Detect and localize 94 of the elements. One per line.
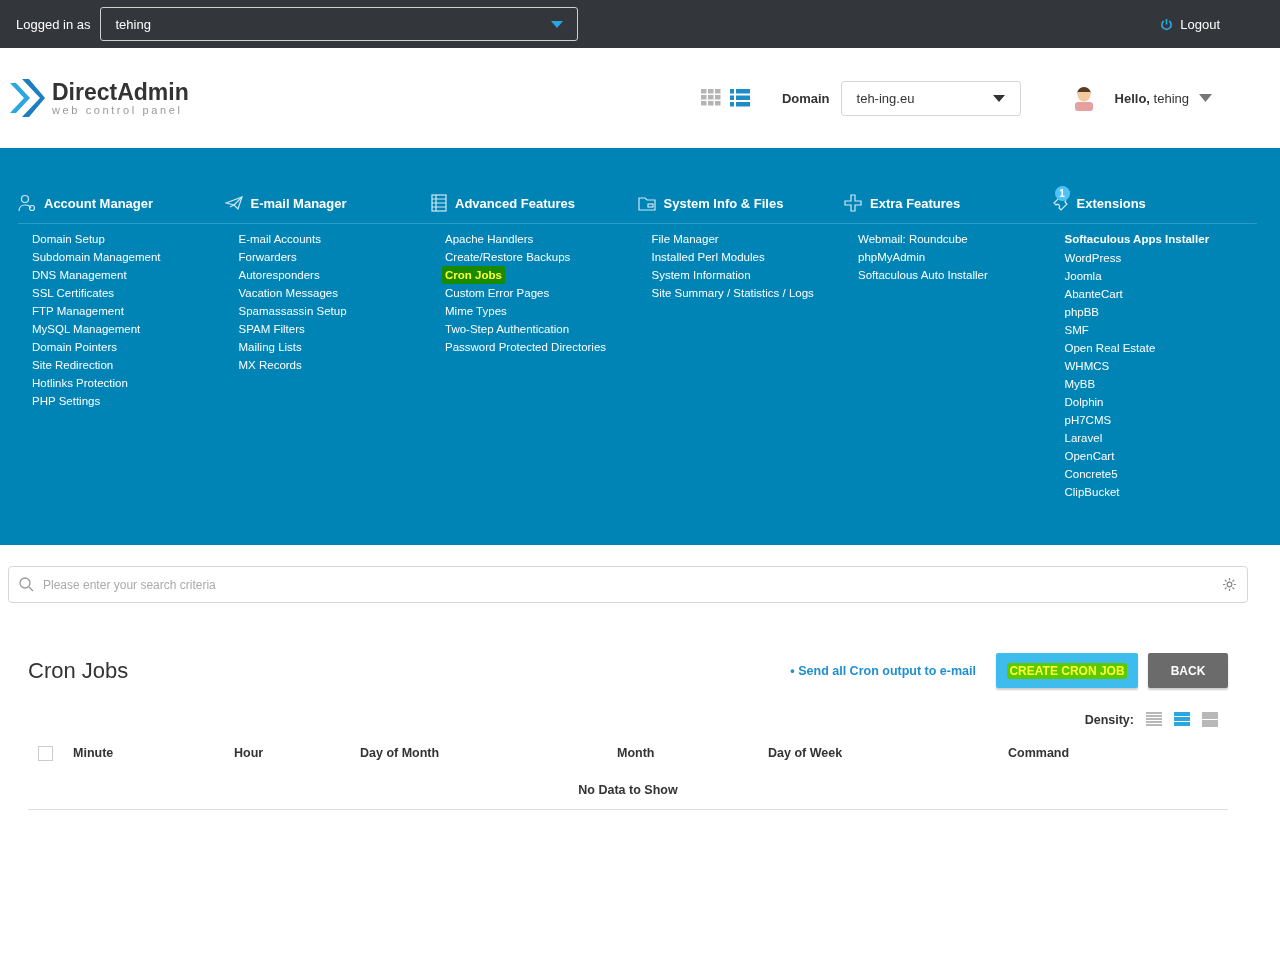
list-view-icon[interactable] bbox=[729, 89, 750, 107]
plus-icon bbox=[844, 194, 862, 212]
empty-message: No Data to Show bbox=[578, 783, 678, 797]
grid-view-icon[interactable] bbox=[700, 89, 721, 107]
normal-density-icon[interactable] bbox=[1174, 712, 1190, 727]
back-button[interactable]: BACK bbox=[1148, 653, 1228, 688]
menu-link[interactable]: pH7CMS bbox=[1061, 411, 1115, 429]
domain-label: Domain bbox=[781, 90, 830, 106]
menu-link[interactable]: Subdomain Management bbox=[29, 248, 164, 266]
menu-link[interactable]: Joomla bbox=[1061, 267, 1105, 285]
menu-link[interactable]: Forwarders bbox=[235, 248, 300, 266]
menu-link[interactable]: phpMyAdmin bbox=[855, 248, 929, 266]
menu-link[interactable]: Two-Step Authentication bbox=[442, 320, 573, 338]
logo-icon bbox=[8, 77, 46, 119]
menu-link[interactable]: Installed Perl Modules bbox=[648, 248, 768, 266]
menu-heading[interactable]: 1 Extensions bbox=[1050, 182, 1146, 216]
menu-link[interactable]: E-mail Accounts bbox=[235, 230, 324, 248]
menu-link[interactable]: ClipBucket bbox=[1061, 483, 1123, 501]
menu-link[interactable]: Webmail: Roundcube bbox=[855, 230, 971, 248]
wide-density-icon[interactable] bbox=[1202, 712, 1218, 727]
menu-link[interactable]: Password Protected Directories bbox=[442, 338, 610, 356]
density-label: Density: bbox=[1084, 712, 1134, 727]
caret-icon bbox=[1199, 94, 1212, 102]
column-header[interactable]: Minute bbox=[73, 746, 114, 760]
menu-link[interactable]: Apache Handlers bbox=[442, 230, 537, 248]
paper-plane-icon bbox=[224, 195, 243, 211]
users-icon bbox=[18, 194, 36, 212]
menu-link[interactable]: AbanteCart bbox=[1061, 285, 1126, 303]
menu-link[interactable]: Hotlinks Protection bbox=[29, 374, 131, 392]
menu-link[interactable]: Open Real Estate bbox=[1061, 339, 1159, 357]
search-field[interactable]: Please enter your search criteria bbox=[8, 566, 1248, 603]
menu-link[interactable]: phpBB bbox=[1061, 303, 1103, 321]
menu-link[interactable]: MySQL Management bbox=[29, 320, 144, 338]
menu-link[interactable]: Mailing Lists bbox=[235, 338, 305, 356]
cron-output-link[interactable]: • Send all Cron output to e-mail bbox=[790, 663, 976, 678]
power-icon bbox=[1160, 17, 1174, 31]
menu-link[interactable]: SSL Certificates bbox=[29, 284, 118, 302]
menu-link[interactable]: Custom Error Pages bbox=[442, 284, 553, 302]
folder-icon bbox=[637, 195, 656, 211]
column-header[interactable]: Day of Month bbox=[360, 746, 440, 760]
logged-in-label: Logged in as bbox=[16, 16, 91, 32]
menu-link[interactable]: System Information bbox=[648, 266, 754, 284]
menu-link[interactable]: Laravel bbox=[1061, 429, 1106, 447]
list-icon bbox=[431, 194, 447, 212]
menu-heading[interactable]: System Info & Files bbox=[637, 182, 784, 216]
menu-link[interactable]: Create/Restore Backups bbox=[442, 248, 574, 266]
menu-link[interactable]: SMF bbox=[1061, 321, 1092, 339]
compact-density-icon[interactable] bbox=[1146, 712, 1162, 727]
menu-link[interactable]: Dolphin bbox=[1061, 393, 1107, 411]
menu-link[interactable]: WHMCS bbox=[1061, 357, 1113, 375]
menu-link[interactable]: MyBB bbox=[1061, 375, 1099, 393]
menu-link[interactable]: DNS Management bbox=[29, 266, 130, 284]
menu-link[interactable]: PHP Settings bbox=[29, 392, 104, 410]
select-all-checkbox[interactable] bbox=[38, 745, 53, 761]
menu-subheading[interactable]: Softaculous Apps Installer bbox=[1064, 230, 1210, 249]
menu-link[interactable]: Domain Setup bbox=[29, 230, 108, 248]
column-header[interactable]: Month bbox=[617, 746, 655, 760]
menu-link[interactable]: Cron Jobs bbox=[442, 266, 505, 284]
menu-heading[interactable]: Extra Features bbox=[844, 182, 961, 216]
menu-heading[interactable]: E-mail Manager bbox=[224, 182, 347, 216]
settings-icon[interactable] bbox=[1222, 577, 1237, 592]
menu-link[interactable]: Mime Types bbox=[442, 302, 510, 320]
menu-link[interactable]: OpenCart bbox=[1061, 447, 1118, 465]
menu-heading[interactable]: Account Manager bbox=[18, 182, 154, 216]
column-header[interactable]: Hour bbox=[234, 746, 264, 760]
menu-link[interactable]: Site Summary / Statistics / Logs bbox=[648, 284, 817, 302]
column-header[interactable]: Command bbox=[1008, 746, 1070, 760]
menu-link[interactable]: Domain Pointers bbox=[29, 338, 120, 356]
logout-button[interactable]: Logout bbox=[1160, 16, 1220, 32]
menu-link[interactable]: Softaculous Auto Installer bbox=[855, 266, 991, 284]
menu-link[interactable]: WordPress bbox=[1061, 249, 1125, 267]
logo-name: DirectAdmin bbox=[52, 80, 189, 104]
menu-link[interactable]: File Manager bbox=[648, 230, 722, 248]
avatar-icon bbox=[1072, 85, 1095, 111]
search-icon bbox=[19, 577, 34, 592]
menu-link[interactable]: Concrete5 bbox=[1061, 465, 1121, 483]
caret-icon bbox=[551, 20, 564, 28]
page-title: Cron Jobs bbox=[28, 657, 129, 684]
menu-heading[interactable]: Advanced Features bbox=[431, 182, 575, 216]
domain-select[interactable]: teh-ing.eu bbox=[840, 80, 1021, 116]
user-menu[interactable]: Hello, tehing bbox=[1114, 90, 1212, 106]
menu-link[interactable]: Spamassassin Setup bbox=[235, 302, 350, 320]
menu-link[interactable]: Site Redirection bbox=[29, 356, 117, 374]
column-header[interactable]: Day of Week bbox=[768, 746, 843, 760]
menu-link[interactable]: FTP Management bbox=[29, 302, 127, 320]
menu-link[interactable]: SPAM Filters bbox=[235, 320, 308, 338]
search-input[interactable]: Please enter your search criteria bbox=[41, 576, 1215, 593]
menu-link[interactable]: Vacation Messages bbox=[235, 284, 341, 302]
menu-link[interactable]: MX Records bbox=[235, 356, 305, 374]
user-select[interactable]: tehing bbox=[100, 7, 579, 41]
notification-badge: 1 bbox=[1054, 186, 1070, 201]
menu-link[interactable]: Autoresponders bbox=[235, 266, 323, 284]
logo-tagline: web control panel bbox=[52, 104, 184, 116]
caret-icon bbox=[992, 94, 1005, 102]
